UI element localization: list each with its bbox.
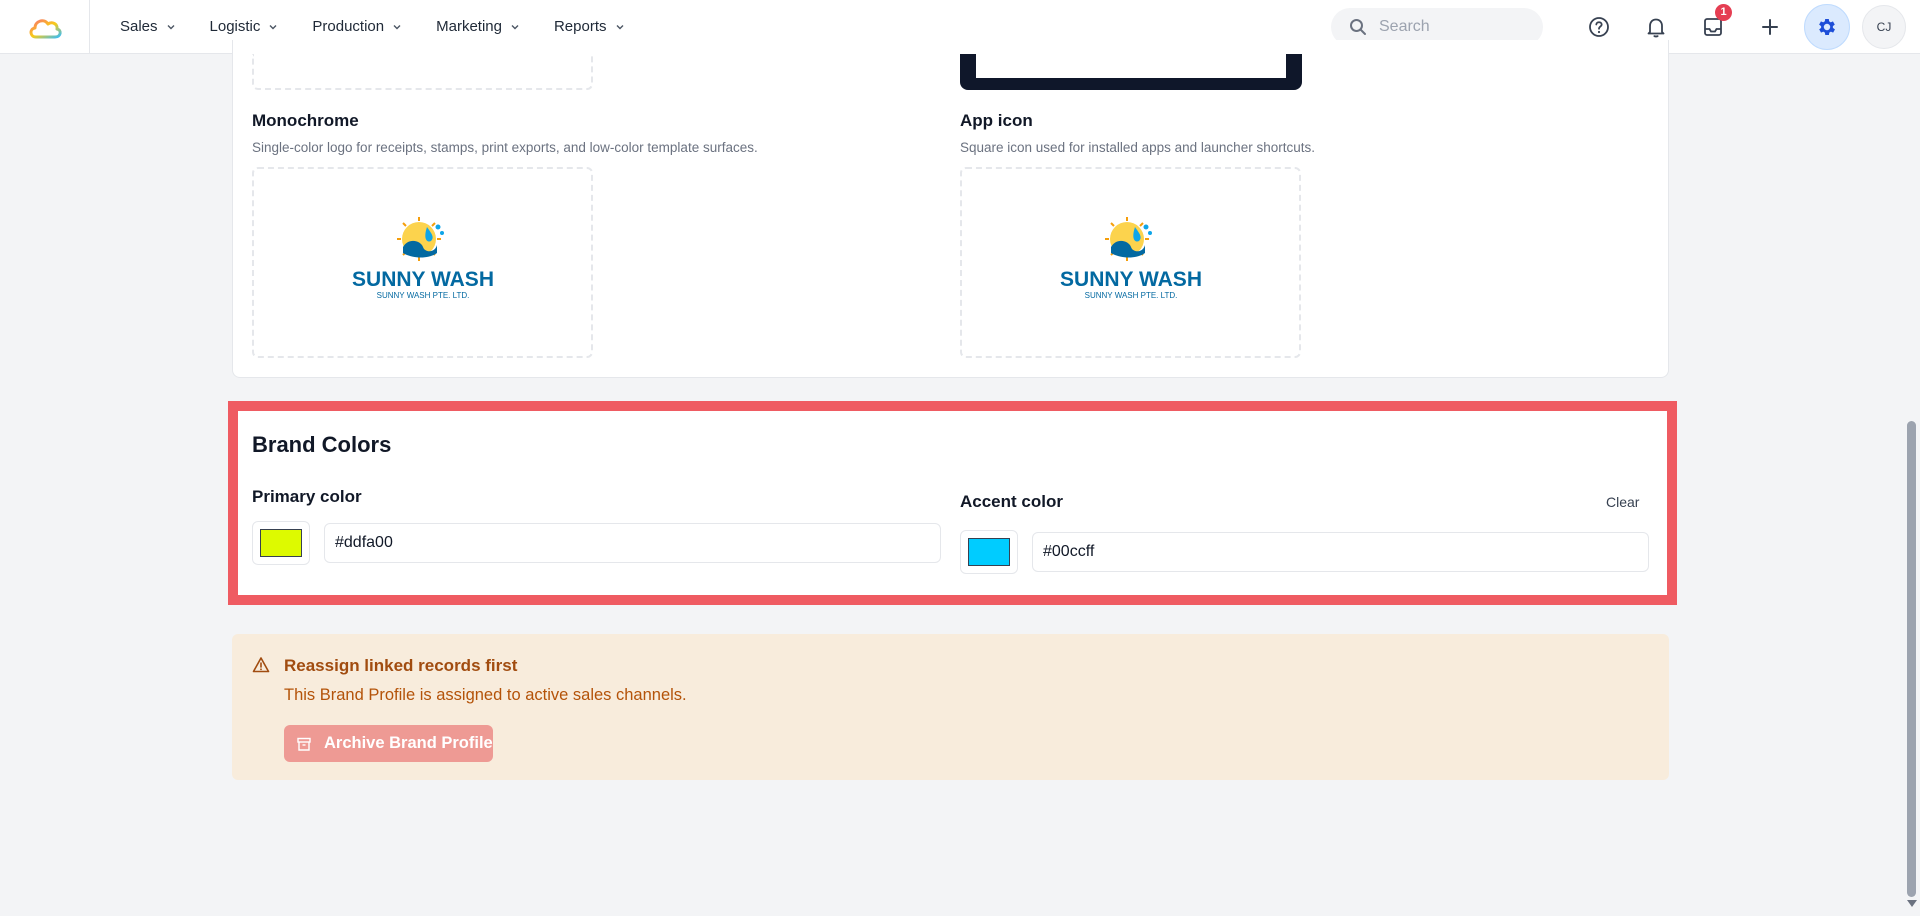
- dark-logo-preview-inner: [976, 54, 1286, 78]
- monochrome-logo-dropzone[interactable]: SUNNY WASH SUNNY WASH PTE. LTD.: [252, 167, 593, 358]
- nav-production[interactable]: Production: [312, 18, 402, 35]
- help-circle-icon: [1589, 16, 1609, 37]
- logo-text: SUNNY WASH: [352, 268, 494, 291]
- settings-button[interactable]: [1804, 3, 1850, 50]
- brand-colors-highlight: [228, 401, 1677, 605]
- page-scrollbar[interactable]: [1903, 54, 1920, 916]
- nav-production-label: Production: [312, 18, 385, 35]
- monochrome-description: Single-color logo for receipts, stamps, …: [252, 140, 758, 155]
- primary-color-input[interactable]: [324, 523, 941, 563]
- nav-logistic-label: Logistic: [209, 18, 261, 35]
- nav-marketing[interactable]: Marketing: [436, 18, 520, 35]
- logo-subtext: SUNNY WASH PTE. LTD.: [376, 291, 469, 300]
- chevron-down-icon: [167, 24, 175, 29]
- accent-color-label: Accent color: [960, 492, 1063, 511]
- sunny-wash-logo: SUNNY WASH SUNNY WASH PTE. LTD.: [1060, 216, 1202, 300]
- primary-color-swatch: [260, 529, 302, 557]
- warning-title: Reassign linked records first: [284, 656, 518, 675]
- sun-icon: [396, 216, 444, 261]
- nav-reports-label: Reports: [553, 18, 607, 35]
- logo-dropzone-partial[interactable]: [252, 54, 593, 90]
- add-button[interactable]: [1747, 4, 1793, 50]
- user-avatar[interactable]: CJ: [1862, 4, 1906, 49]
- primary-color-picker[interactable]: [252, 521, 310, 565]
- app-icon-dropzone[interactable]: SUNNY WASH SUNNY WASH PTE. LTD.: [960, 167, 1301, 358]
- chevron-down-icon: [393, 24, 401, 29]
- accent-color-swatch: [968, 538, 1010, 566]
- bell-icon: [1647, 18, 1665, 37]
- nav-sales[interactable]: Sales: [120, 18, 176, 35]
- primary-color-label: Primary color: [252, 487, 362, 506]
- warning-triangle-icon: [252, 657, 270, 673]
- chevron-down-icon: [511, 24, 519, 29]
- accent-color-picker[interactable]: [960, 530, 1018, 574]
- scroll-down-arrow-icon[interactable]: [1907, 900, 1917, 907]
- cloud-logo-icon: [29, 18, 62, 38]
- app-icon-title: App icon: [960, 111, 1033, 130]
- nav-reports[interactable]: Reports: [554, 18, 625, 35]
- gear-icon: [1819, 18, 1835, 35]
- main-nav: Sales Logistic Production Marketing Repo…: [120, 18, 625, 35]
- brand-colors-title: Brand Colors: [252, 432, 392, 457]
- sun-icon: [1104, 216, 1152, 261]
- chevron-down-icon: [269, 24, 277, 29]
- archive-icon: [297, 737, 311, 751]
- nav-logistic[interactable]: Logistic: [210, 18, 279, 35]
- app-logo[interactable]: [0, 0, 90, 54]
- nav-sales-label: Sales: [120, 18, 158, 35]
- warning-message: This Brand Profile is assigned to active…: [284, 686, 687, 704]
- chevron-down-icon: [616, 24, 623, 29]
- scrollbar-thumb[interactable]: [1907, 421, 1916, 897]
- search-input[interactable]: [1379, 17, 1519, 36]
- search-icon: [1350, 18, 1366, 35]
- archive-button-label: Archive Brand Profile: [324, 734, 493, 752]
- logo-text: SUNNY WASH: [1060, 268, 1202, 291]
- inbox-badge: 1: [1715, 3, 1732, 21]
- dark-logo-preview-partial[interactable]: [960, 54, 1302, 90]
- logo-subtext: SUNNY WASH PTE. LTD.: [1084, 291, 1177, 300]
- accent-color-input[interactable]: [1032, 532, 1649, 572]
- sunny-wash-logo: SUNNY WASH SUNNY WASH PTE. LTD.: [352, 216, 494, 300]
- app-icon-description: Square icon used for installed apps and …: [960, 140, 1315, 155]
- clear-accent-button[interactable]: Clear: [1606, 494, 1639, 510]
- inbox-button[interactable]: 1: [1690, 3, 1736, 50]
- monochrome-title: Monochrome: [252, 111, 359, 130]
- archive-brand-profile-button[interactable]: Archive Brand Profile: [284, 725, 493, 762]
- nav-marketing-label: Marketing: [436, 18, 502, 35]
- plus-icon: [1762, 18, 1778, 35]
